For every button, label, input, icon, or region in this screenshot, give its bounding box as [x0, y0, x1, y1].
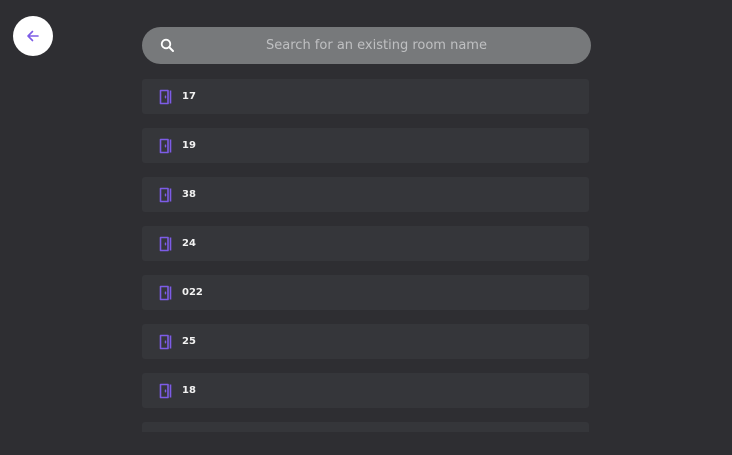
room-list-item[interactable]: 17 — [142, 79, 589, 114]
search-bar[interactable] — [142, 27, 591, 64]
door-icon — [159, 285, 172, 300]
search-icon — [160, 38, 174, 52]
room-list: 17 19 38 24 022 25 18 — [142, 79, 589, 432]
room-list-item[interactable]: 022 — [142, 275, 589, 310]
room-list-item[interactable]: 38 — [142, 177, 589, 212]
door-icon — [159, 236, 172, 251]
room-list-item[interactable]: 25 — [142, 324, 589, 359]
door-icon — [159, 138, 172, 153]
room-list-item[interactable]: 19 — [142, 128, 589, 163]
door-icon — [159, 89, 172, 104]
arrow-left-icon — [27, 30, 39, 42]
room-list-item[interactable]: 18 — [142, 373, 589, 408]
room-list-item-partial — [142, 422, 589, 432]
room-list-item[interactable]: 24 — [142, 226, 589, 261]
room-name: 38 — [182, 188, 196, 200]
door-icon — [159, 383, 172, 398]
room-name: 24 — [182, 237, 196, 249]
room-name: 18 — [182, 384, 196, 396]
back-button[interactable] — [13, 16, 53, 56]
room-name: 19 — [182, 139, 196, 151]
door-icon — [159, 334, 172, 349]
room-name: 25 — [182, 335, 196, 347]
search-input[interactable] — [142, 27, 591, 64]
room-name: 022 — [182, 286, 203, 298]
door-icon — [159, 187, 172, 202]
room-name: 17 — [182, 90, 196, 102]
